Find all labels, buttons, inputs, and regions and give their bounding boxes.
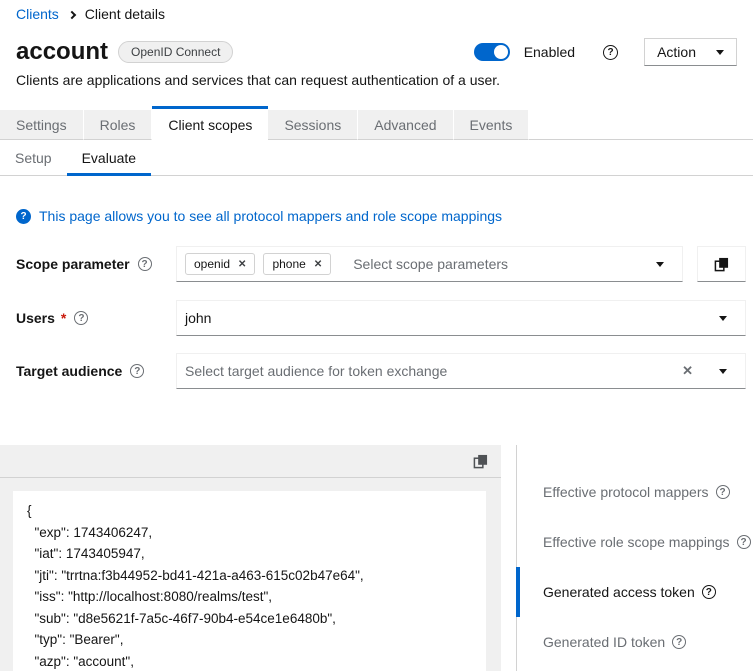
chip-label: openid	[194, 257, 230, 271]
breadcrumb-current: Client details	[85, 6, 165, 22]
action-dropdown[interactable]: Action	[644, 38, 737, 66]
result-tab-label: Effective role scope mappings	[543, 534, 730, 550]
action-dropdown-label: Action	[657, 44, 696, 60]
remove-chip-icon[interactable]: ✕	[238, 259, 246, 270]
users-select[interactable]: john	[176, 300, 746, 336]
tab-events[interactable]: Events	[454, 110, 530, 140]
scope-parameter-label-group: Scope parameter ?	[16, 246, 176, 272]
copy-icon	[714, 257, 729, 272]
breadcrumb: Clients Client details	[16, 6, 165, 22]
caret-down-icon[interactable]	[656, 262, 664, 267]
tab-generated-id-token[interactable]: Generated ID token ?	[517, 617, 753, 667]
chip-label: phone	[272, 257, 305, 271]
users-label: Users	[16, 310, 55, 326]
chevron-right-icon	[68, 10, 76, 18]
page-help-link[interactable]: ? This page allows you to see all protoc…	[16, 208, 502, 224]
enabled-toggle[interactable]	[474, 43, 510, 61]
caret-down-icon[interactable]	[719, 369, 727, 374]
scope-parameter-select[interactable]: openid ✕ phone ✕ Select scope parameters	[176, 246, 683, 282]
copy-scope-button[interactable]	[697, 246, 746, 282]
enabled-help-icon[interactable]: ?	[603, 45, 618, 60]
code-line: "azp": "account",	[27, 651, 472, 671]
scope-parameter-placeholder: Select scope parameters	[353, 256, 508, 272]
target-audience-label-group: Target audience ?	[16, 353, 176, 379]
code-line: "sub": "d8e5621f-7a5c-46f7-90b4-e54ce1e6…	[27, 608, 472, 630]
tab-effective-role-scope-mappings[interactable]: Effective role scope mappings ?	[517, 517, 753, 567]
target-audience-row: Target audience ? Select target audience…	[16, 353, 746, 389]
users-label-group: Users * ?	[16, 300, 176, 326]
page-header: account OpenID Connect Enabled ? Action	[16, 38, 737, 66]
client-scopes-subtabs: Setup Evaluate	[0, 146, 753, 176]
client-tabs: Settings Roles Client scopes Sessions Ad…	[0, 106, 753, 140]
tab-client-scopes[interactable]: Client scopes	[152, 106, 268, 140]
code-line: {	[27, 500, 472, 522]
result-tab-label: Generated ID token	[543, 634, 665, 650]
subtab-setup[interactable]: Setup	[0, 146, 67, 176]
target-audience-label: Target audience	[16, 363, 122, 379]
tab-generated-access-token[interactable]: Generated access token ?	[517, 567, 753, 617]
target-audience-help-icon[interactable]: ?	[130, 364, 144, 378]
subtab-evaluate[interactable]: Evaluate	[67, 146, 151, 176]
target-audience-placeholder: Select target audience for token exchang…	[185, 363, 447, 379]
caret-down-icon[interactable]	[719, 316, 727, 321]
result-tab-label: Effective protocol mappers	[543, 484, 709, 500]
protocol-badge: OpenID Connect	[118, 41, 233, 63]
code-line: "iss": "http://localhost:8080/realms/tes…	[27, 586, 472, 608]
remove-chip-icon[interactable]: ✕	[314, 259, 322, 270]
code-editor[interactable]: { "exp": 1743406247, "iat": 1743405947, …	[0, 478, 501, 671]
scope-chip-openid[interactable]: openid ✕	[185, 253, 255, 275]
scope-parameter-label: Scope parameter	[16, 256, 130, 272]
code-line: "typ": "Bearer",	[27, 629, 472, 651]
required-asterisk: *	[61, 310, 66, 326]
token-json: { "exp": 1743406247, "iat": 1743405947, …	[13, 491, 486, 671]
breadcrumb-clients-link[interactable]: Clients	[16, 6, 59, 22]
tab-effective-protocol-mappers[interactable]: Effective protocol mappers ?	[517, 467, 753, 517]
token-code-panel: { "exp": 1743406247, "iat": 1743405947, …	[0, 445, 501, 671]
tab-filler	[529, 110, 753, 140]
tab-roles[interactable]: Roles	[84, 110, 153, 140]
help-circle-icon: ?	[16, 209, 31, 224]
page-description: Clients are applications and services th…	[16, 72, 737, 88]
users-row: Users * ? john	[16, 300, 746, 336]
scope-parameter-row: Scope parameter ? openid ✕ phone ✕ Selec…	[16, 246, 746, 282]
users-help-icon[interactable]: ?	[74, 311, 88, 325]
help-icon[interactable]: ?	[702, 585, 716, 599]
result-tab-label: Generated access token	[543, 584, 695, 600]
clear-selection-icon[interactable]: ✕	[682, 363, 693, 379]
tab-settings[interactable]: Settings	[0, 110, 84, 140]
tab-sessions[interactable]: Sessions	[268, 110, 358, 140]
help-icon[interactable]: ?	[672, 635, 686, 649]
copy-code-icon[interactable]	[473, 454, 488, 469]
target-audience-select[interactable]: Select target audience for token exchang…	[176, 353, 746, 389]
scope-parameter-help-icon[interactable]: ?	[138, 257, 152, 271]
tab-advanced[interactable]: Advanced	[358, 110, 453, 140]
caret-down-icon	[716, 50, 724, 55]
code-toolbar	[0, 445, 501, 478]
code-line: "iat": 1743405947,	[27, 543, 472, 565]
result-tabs: Effective protocol mappers ? Effective r…	[516, 445, 753, 671]
page-title: account	[16, 38, 108, 66]
code-line: "jti": "trrtna:f3b44952-bd41-421a-a463-6…	[27, 565, 472, 587]
header-controls: Enabled ? Action	[474, 38, 737, 66]
help-icon[interactable]: ?	[716, 485, 730, 499]
code-line: "exp": 1743406247,	[27, 522, 472, 544]
help-icon[interactable]: ?	[737, 535, 751, 549]
enabled-toggle-label: Enabled	[524, 44, 575, 60]
users-value: john	[185, 310, 211, 326]
page-help-text: This page allows you to see all protocol…	[39, 208, 502, 224]
scope-chip-phone[interactable]: phone ✕	[263, 253, 331, 275]
